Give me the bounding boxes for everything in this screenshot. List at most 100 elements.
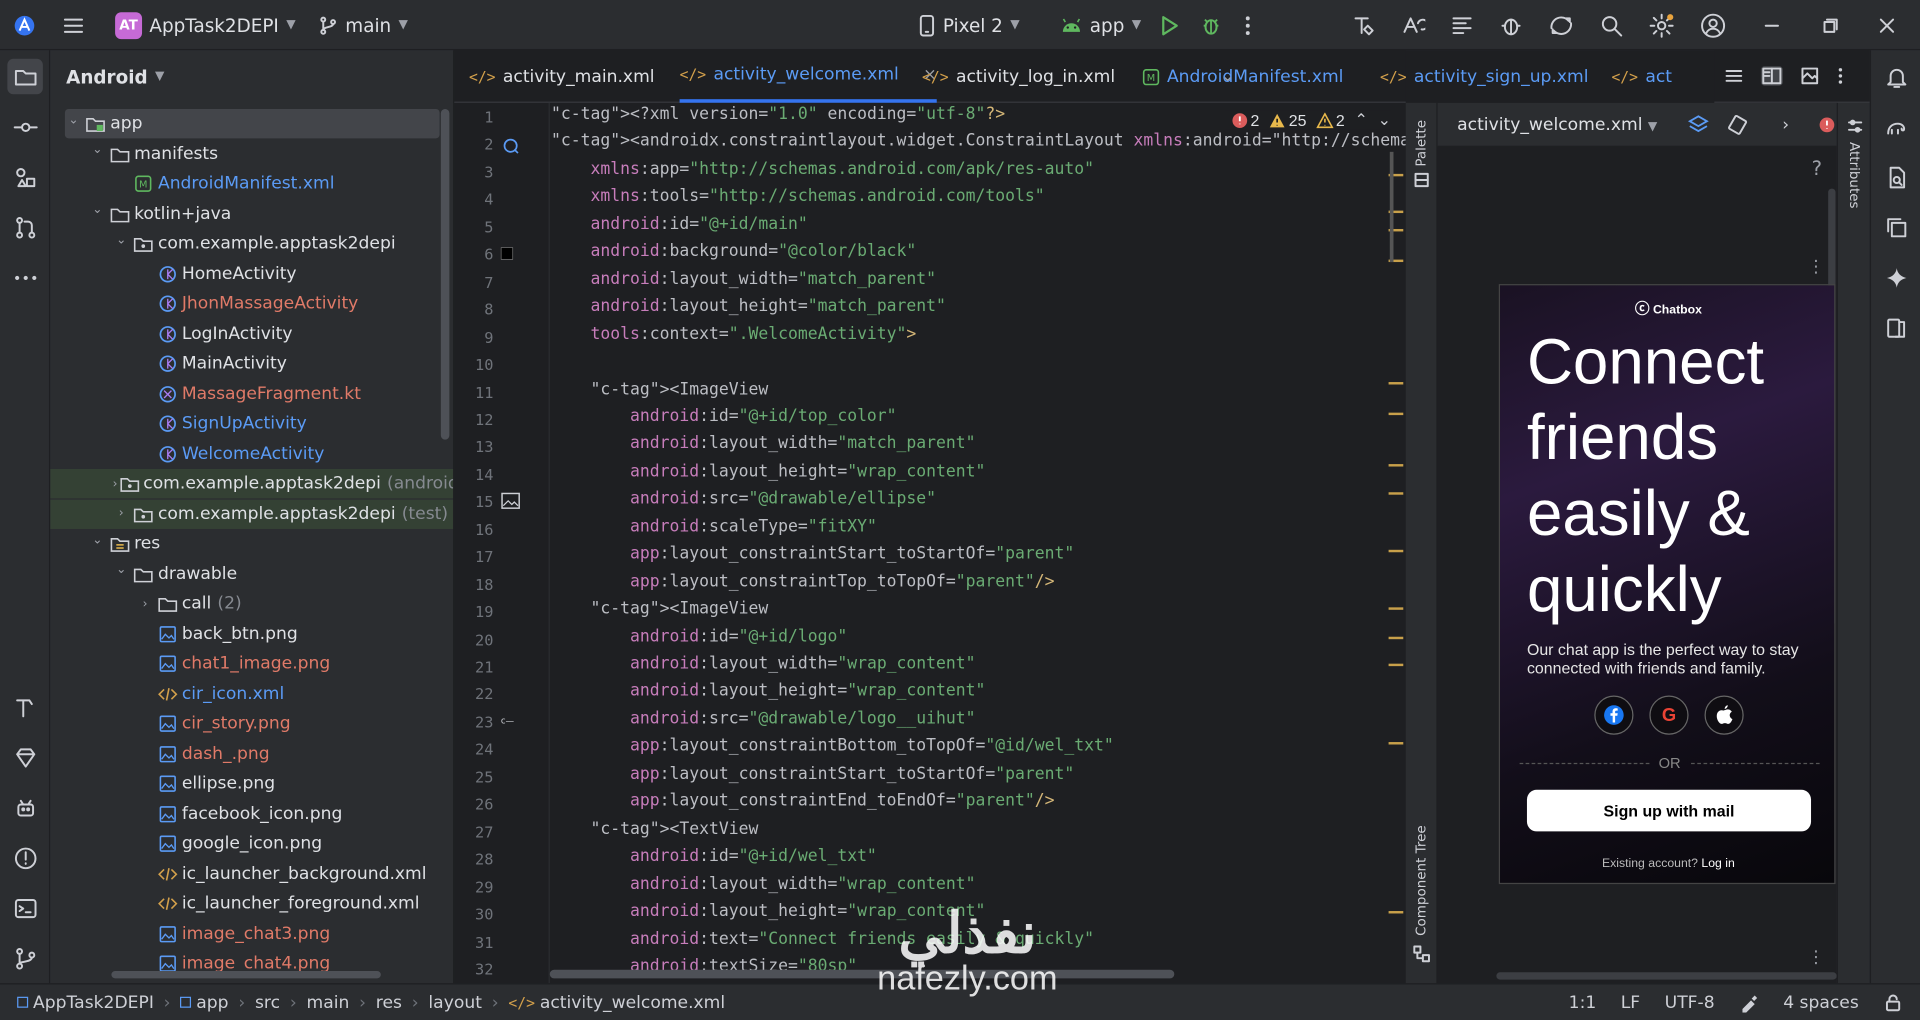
code-line[interactable]: "c-tag"><androidx.constraintlayout.widge… [551,133,1406,160]
code-line[interactable]: app:layout_constraintEnd_toEndOf="parent… [551,793,1054,820]
code-line[interactable]: android:src="@drawable/logo__uihut" [551,710,976,737]
pull-requests-button[interactable] [7,209,43,245]
next-highlight-icon[interactable]: ⌄ [1378,110,1391,130]
indent-setting[interactable]: 4 spaces [1783,993,1859,1013]
tab-activity_sign_up-xml[interactable]: </> activity_sign_up.xml [1380,50,1588,103]
debug-button[interactable] [1200,0,1222,50]
code-line[interactable]: android:src="@drawable/ellipse" [551,490,936,517]
running-devices-button[interactable] [1878,209,1914,245]
tree-item[interactable]: ⌄ res [50,529,453,558]
component-tree-tab[interactable]: Component Tree [1413,825,1429,936]
run-config-selector[interactable]: app ▼ [1060,0,1141,50]
tree-scrollbar[interactable] [440,108,450,440]
gemini-button[interactable] [1878,260,1914,296]
chevron-down-icon[interactable]: ⌄ [113,563,130,576]
chevron-right-icon[interactable]: › [137,597,154,610]
breadcrumb-item[interactable]: main [307,993,350,1013]
chevron-right-icon[interactable]: › [113,477,118,490]
code-line[interactable]: android:id="@+id/main" [551,215,808,242]
preview-options-bottom-icon[interactable]: ⋮ [1807,948,1824,968]
warning-mark[interactable] [1388,663,1404,667]
tree-item[interactable]: WelcomeActivity [50,439,453,468]
more-tools-button[interactable] [7,260,43,296]
tree-item[interactable]: JhonMassageActivity [50,289,453,318]
device-file-explorer-button[interactable] [1878,159,1914,195]
attributes-icon[interactable] [1847,118,1864,135]
branch-selector[interactable]: main ▼ [318,0,408,50]
design-view-icon[interactable] [1800,66,1820,86]
code-line[interactable]: app:layout_constraintTop_toTopOf="parent… [551,573,1054,600]
sign-up-with-mail-button[interactable]: Sign up with mail [1526,789,1812,832]
chevron-down-icon[interactable]: ⌄ [89,203,106,216]
tree-item[interactable]: cir_icon.xml [50,679,453,708]
breadcrumb-item[interactable]: src [255,993,280,1013]
close-window-button[interactable] [1878,0,1895,50]
project-view-selector[interactable]: Android ▼ [50,50,453,103]
code-line[interactable]: android:scaleType="fitXY" [551,518,877,545]
warning-mark[interactable] [1388,607,1404,610]
tree-item[interactable]: cir_story.png [50,709,453,738]
code-line[interactable]: android:layout_height="wrap_content" [551,683,985,710]
tree-item[interactable]: › com.example.apptask2depi (androidT [50,468,454,499]
chevron-down-icon[interactable]: ⌄ [65,113,82,126]
warning-mark[interactable] [1388,412,1404,416]
tree-item[interactable]: dash_.png [50,739,453,768]
tree-item[interactable]: image_chat3.png [50,919,453,948]
palette-tab[interactable]: Palette [1413,120,1429,167]
previous-highlight-icon[interactable]: ⌃ [1355,110,1368,130]
tab-activity_log_in-xml[interactable]: </> activity_log_in.xml [922,50,1115,103]
help-icon[interactable]: ? [1812,157,1822,180]
image-preview-icon[interactable] [501,492,521,509]
tree-item[interactable]: HomeActivity [50,259,453,288]
app-inspection-button[interactable] [1499,0,1523,50]
activity-gutter-icon[interactable] [501,136,521,156]
settings-button[interactable] [1648,0,1675,50]
problems-tool-button[interactable] [7,840,43,876]
build-variants-button[interactable] [1352,0,1376,50]
tab-activity_welcome-xml[interactable]: </> activity_welcome.xml × [679,50,937,103]
line-separator[interactable]: LF [1621,993,1640,1013]
warning-mark[interactable] [1388,636,1404,640]
code-line[interactable]: "c-tag"><ImageView [551,600,769,627]
code-line[interactable]: android:layout_height="match_parent" [551,298,946,325]
code-line[interactable]: android:id="@+id/logo" [551,628,847,655]
gemini-tool-button[interactable] [7,740,43,776]
tab-activity_main-xml[interactable]: </> activity_main.xml [469,50,655,103]
apple-icon[interactable] [1704,695,1744,735]
project-tool-button[interactable] [7,58,43,95]
breadcrumb-item[interactable]: res [376,993,402,1013]
google-icon[interactable]: G [1649,695,1689,735]
more-actions-button[interactable] [1244,0,1251,50]
warning-mark[interactable] [1388,549,1404,553]
tree-item[interactable]: ⌄ manifests [50,139,453,168]
chevron-down-icon[interactable]: ⌄ [89,143,106,156]
log-in-link[interactable]: Log in [1701,857,1734,870]
code-line[interactable]: "c-tag"><?xml version="1.0" encoding="ut… [551,105,1005,132]
breadcrumb-item[interactable]: </> activity_welcome.xml [508,993,725,1013]
warning-mark[interactable] [1388,382,1404,385]
run-button[interactable] [1158,0,1180,50]
tree-item[interactable]: ellipse.png [50,769,453,798]
code-line[interactable]: android:layout_width="wrap_content" [551,655,976,682]
attributes-tab[interactable]: Attributes [1847,142,1863,209]
code-line[interactable]: android:layout_width="match_parent" [551,435,976,462]
lock-icon[interactable] [1883,993,1903,1013]
tab-androidmanifest-xml[interactable]: M AndroidManifest.xml [1142,50,1343,103]
account-button[interactable] [1700,0,1727,50]
code-line[interactable]: android:id="@+id/wel_txt" [551,848,877,875]
emulator-button[interactable] [1878,310,1914,346]
caret-position[interactable]: 1:1 [1569,993,1597,1013]
tree-item[interactable]: › com.example.apptask2depi (test) [50,498,454,529]
code-line[interactable]: tools:context=".WelcomeActivity"> [551,325,917,352]
code-line[interactable]: "c-tag"><TextView [551,820,759,847]
color-swatch-icon[interactable] [500,247,514,260]
file-encoding[interactable]: UTF-8 [1665,993,1715,1013]
facebook-icon[interactable] [1594,695,1634,735]
app-quality-button[interactable] [7,790,43,826]
tree-item[interactable]: MassageFragment.kt [50,379,453,408]
device-manager-button[interactable] [1548,0,1575,50]
orientation-icon[interactable] [1726,113,1748,135]
warning-mark[interactable] [1388,742,1404,745]
device-preview[interactable]: ⓒ Chatbox Connect friends easily & quick… [1498,284,1836,885]
chevron-down-icon[interactable]: ⌄ [89,533,106,546]
